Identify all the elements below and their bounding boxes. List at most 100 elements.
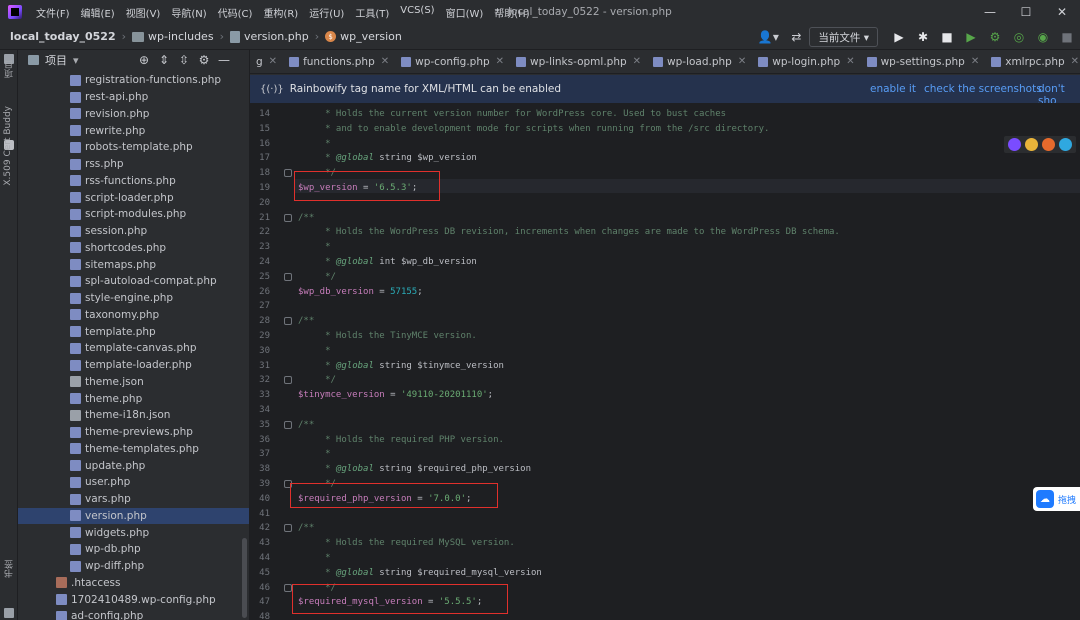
close-window-button[interactable]: ✕ [1044,0,1080,24]
close-tab-icon[interactable]: ✕ [1071,56,1079,67]
fold-marker-icon[interactable] [284,583,292,592]
chrome-icon[interactable] [1025,138,1038,151]
file-tree-item[interactable]: widgets.php [18,524,249,541]
file-tree-item[interactable]: rss-functions.php [18,173,249,190]
minimize-button[interactable]: — [972,0,1008,24]
collapse-all-icon[interactable]: ⇳ [174,53,194,67]
editor-tab[interactable]: wp-load.php ✕ [647,50,752,73]
editor-tab[interactable]: wp-config.php ✕ [395,50,510,73]
file-tree-item[interactable]: session.php [18,223,249,240]
cert-buddy-tool-tab[interactable]: X.509 Cert Buddy [3,106,13,186]
editor-tab[interactable]: xmlrpc.php ✕ [985,50,1080,73]
editor-tab[interactable]: wp-links-opml.php ✕ [510,50,647,73]
close-tab-icon[interactable]: ✕ [269,56,277,67]
menu-item[interactable]: 编辑(E) [81,5,115,20]
menu-item[interactable]: 导航(N) [171,5,206,20]
menu-item[interactable]: 窗口(W) [446,5,484,20]
close-tab-icon[interactable]: ✕ [738,56,746,67]
hide-panel-icon[interactable]: — [214,53,234,67]
editor-tab[interactable]: wp-login.php ✕ [752,50,860,73]
user-icon[interactable]: 👤▾ [753,26,783,48]
bookmarks-tool-tab[interactable]: 书签 [3,560,16,578]
breadcrumb-file[interactable]: version.php [229,30,309,43]
enable-it-link[interactable]: enable it [870,83,916,95]
menu-item[interactable]: 代码(C) [218,5,253,20]
file-tree-item[interactable]: registration-functions.php [18,72,249,89]
fold-marker-icon[interactable] [284,524,292,533]
file-tree-item[interactable]: update.php [18,457,249,474]
file-tree-item[interactable]: script-loader.php [18,189,249,206]
close-tab-icon[interactable]: ✕ [496,56,504,67]
fold-marker-icon[interactable] [284,272,292,281]
bookmark-icon[interactable] [4,608,14,618]
file-tree-item[interactable]: taxonomy.php [18,307,249,324]
floating-cloud-widget[interactable]: ☁ 拖拽 [1033,487,1080,511]
file-tree-item[interactable]: theme-i18n.json [18,407,249,424]
file-tree-item[interactable]: script-modules.php [18,206,249,223]
breadcrumb-folder[interactable]: wp-includes [132,30,214,43]
file-tree-item[interactable]: robots-template.php [18,139,249,156]
stop-icon[interactable]: ■ [936,26,958,48]
close-tab-icon[interactable]: ✕ [971,56,979,67]
breadcrumb-project[interactable]: local_today_0522 [10,30,116,43]
stop-grey-icon[interactable]: ■ [1056,26,1078,48]
file-tree-item[interactable]: rewrite.php [18,122,249,139]
close-tab-icon[interactable]: ✕ [846,56,854,67]
menu-item[interactable]: 文件(F) [36,5,70,20]
file-tree-item[interactable]: wp-db.php [18,541,249,558]
phpstorm-browser-icon[interactable] [1008,138,1021,151]
project-panel-title[interactable]: 项目 [45,52,67,68]
close-tab-icon[interactable]: ✕ [381,56,389,67]
fold-marker-icon[interactable] [284,213,292,222]
maximize-button[interactable]: ☐ [1008,0,1044,24]
menu-item[interactable]: 工具(T) [355,5,389,20]
file-tree-item[interactable]: rss.php [18,156,249,173]
menu-item[interactable]: 重构(R) [263,5,298,20]
fold-marker-icon[interactable] [284,169,292,178]
file-tree-item[interactable]: theme.json [18,374,249,391]
expand-all-icon[interactable]: ⇕ [154,53,174,67]
coverage-icon[interactable]: ◎ [1008,26,1030,48]
firefox-icon[interactable] [1042,138,1055,151]
file-tree-item[interactable]: vars.php [18,491,249,508]
project-tool-tab[interactable]: 项目 [3,60,16,78]
debug-icon[interactable]: ✱ [912,26,934,48]
file-tree-item[interactable]: ad-config.php [18,608,249,620]
menu-item[interactable]: 视图(V) [126,5,161,20]
file-tree-item[interactable]: version.php [18,507,249,525]
file-tree-item[interactable]: template-canvas.php [18,340,249,357]
run-icon[interactable]: ▶ [888,26,910,48]
menu-item[interactable]: VCS(S) [400,5,434,20]
menu-item[interactable]: 运行(U) [309,5,344,20]
run-configuration-select[interactable]: 当前文件 ▾ [809,27,878,47]
bug-icon[interactable]: ⚙ [984,26,1006,48]
file-tree-item[interactable]: template.php [18,323,249,340]
run-green-icon[interactable]: ▶ [960,26,982,48]
file-tree-item[interactable]: theme-previews.php [18,424,249,441]
close-tab-icon[interactable]: ✕ [633,56,641,67]
file-tree-item[interactable]: shortcodes.php [18,240,249,257]
editor-tab[interactable]: g ✕ [250,50,283,73]
file-tree-item[interactable]: spl-autoload-compat.php [18,273,249,290]
settings-gear-icon[interactable]: ⚙ [194,53,214,67]
file-tree-item[interactable]: .htaccess [18,575,249,592]
file-tree-item[interactable]: revision.php [18,106,249,123]
locate-icon[interactable]: ⊕ [134,53,154,67]
file-tree-item[interactable]: sitemaps.php [18,256,249,273]
file-tree-item[interactable]: wp-diff.php [18,558,249,575]
file-tree-item[interactable]: user.php [18,474,249,491]
file-tree-item[interactable]: 1702410489.wp-config.php [18,591,249,608]
check-screenshots-link[interactable]: check the screenshots [924,83,1042,95]
file-tree-item[interactable]: theme-templates.php [18,441,249,458]
vcs-icon[interactable]: ⇄ [785,26,807,48]
editor-tab[interactable]: wp-settings.php ✕ [861,50,986,73]
editor-tab[interactable]: functions.php ✕ [283,50,395,73]
file-tree-item[interactable]: rest-api.php [18,89,249,106]
fold-marker-icon[interactable] [284,376,292,385]
file-tree-item[interactable]: style-engine.php [18,290,249,307]
breadcrumb-symbol[interactable]: $ wp_version [325,30,402,43]
file-tree-item[interactable]: template-loader.php [18,357,249,374]
chevron-down-icon[interactable]: ▾ [73,54,79,67]
edge-icon[interactable] [1059,138,1072,151]
file-tree-item[interactable]: theme.php [18,390,249,407]
